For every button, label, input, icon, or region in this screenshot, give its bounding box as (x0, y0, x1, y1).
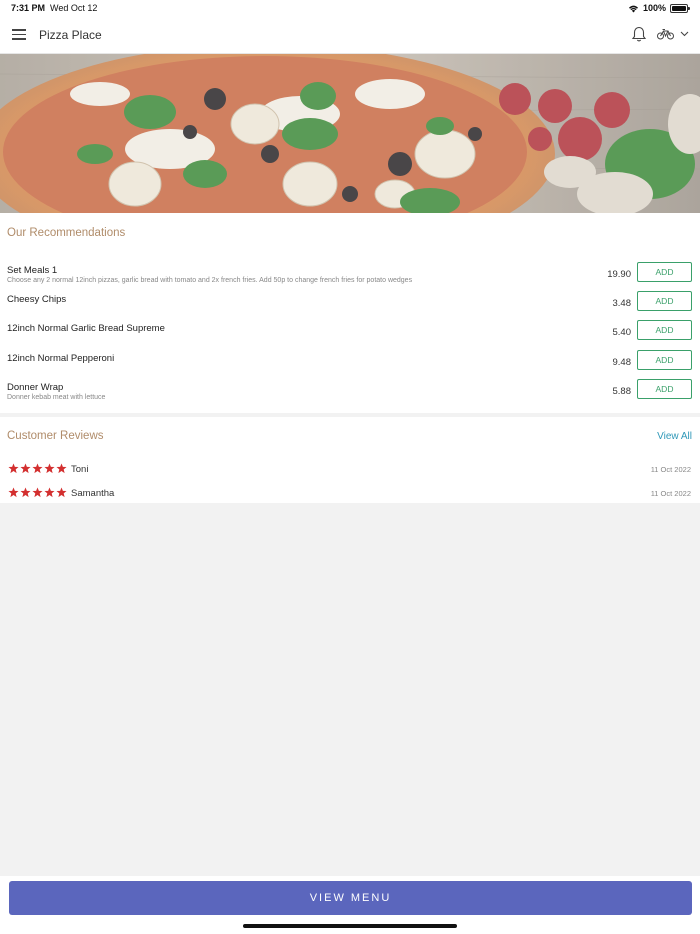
battery-percent: 100% (642, 3, 666, 13)
star-icon (32, 463, 43, 474)
recommendations-section: Our Recommendations Set Meals 1 Choose a… (0, 213, 700, 413)
customer-reviews-section: Customer Reviews View All Toni 11 Oct 20… (0, 417, 700, 503)
star-icon (20, 487, 31, 498)
review-date: 11 Oct 2022 (650, 465, 691, 474)
add-button[interactable]: ADD (637, 350, 692, 370)
star-icon (44, 463, 55, 474)
view-all-link[interactable]: View All (657, 431, 692, 442)
recommendations-title: Our Recommendations (7, 227, 126, 239)
item-name: Set Meals 1 (7, 265, 58, 276)
item-price: 9.48 (612, 357, 632, 368)
star-icon (20, 463, 31, 474)
list-item: Set Meals 1 Choose any 2 normal 12inch p… (0, 262, 700, 293)
reviews-title: Customer Reviews (7, 430, 104, 442)
status-time: 7:31 PM (11, 3, 46, 13)
star-icon (8, 463, 19, 474)
hero-pizza-image (0, 54, 700, 213)
battery-icon (670, 3, 690, 13)
pizza-illustration (0, 54, 700, 213)
review-row: Samantha 11 Oct 2022 (0, 487, 700, 503)
star-icon (44, 487, 55, 498)
reviewer-name: Samantha (71, 488, 115, 499)
app-header: Pizza Place (0, 16, 700, 54)
hamburger-icon[interactable] (12, 29, 26, 40)
item-description: Choose any 2 normal 12inch pizzas, garli… (7, 277, 413, 284)
item-price: 3.48 (612, 298, 632, 309)
star-icon (56, 463, 67, 474)
item-price: 5.40 (612, 327, 632, 338)
view-menu-button[interactable]: VIEW MENU (9, 881, 692, 915)
status-bar: 7:31 PM Wed Oct 12 100% (0, 0, 700, 16)
home-indicator (243, 924, 457, 928)
review-row: Toni 11 Oct 2022 (0, 463, 700, 479)
item-name: 12inch Normal Garlic Bread Supreme (7, 323, 165, 334)
item-name: 12inch Normal Pepperoni (7, 353, 115, 364)
item-name: Donner Wrap (7, 382, 64, 393)
add-button[interactable]: ADD (637, 379, 692, 399)
star-rating (8, 463, 67, 474)
item-price: 19.90 (607, 269, 631, 280)
item-price: 5.88 (612, 386, 632, 397)
add-button[interactable]: ADD (637, 320, 692, 340)
status-date: Wed Oct 12 (50, 3, 98, 13)
page-title: Pizza Place (39, 28, 102, 42)
list-item: Cheesy Chips 3.48 ADD (0, 291, 700, 322)
status-right: 100% (628, 3, 690, 13)
bell-icon[interactable] (631, 26, 647, 43)
item-name: Cheesy Chips (7, 294, 67, 305)
item-description: Donner kebab meat with lettuce (7, 394, 106, 401)
star-rating (8, 487, 67, 498)
reviewer-name: Toni (71, 464, 89, 475)
wifi-icon (628, 5, 638, 12)
add-button[interactable]: ADD (637, 262, 692, 282)
star-icon (32, 487, 43, 498)
review-date: 11 Oct 2022 (650, 489, 691, 498)
bicycle-icon[interactable] (657, 28, 674, 40)
add-button[interactable]: ADD (637, 291, 692, 311)
list-item: 12inch Normal Pepperoni 9.48 ADD (0, 350, 700, 381)
star-icon (56, 487, 67, 498)
chevron-down-icon[interactable] (680, 31, 689, 37)
list-item: Donner Wrap Donner kebab meat with lettu… (0, 379, 700, 410)
star-icon (8, 487, 19, 498)
list-item: 12inch Normal Garlic Bread Supreme 5.40 … (0, 320, 700, 351)
